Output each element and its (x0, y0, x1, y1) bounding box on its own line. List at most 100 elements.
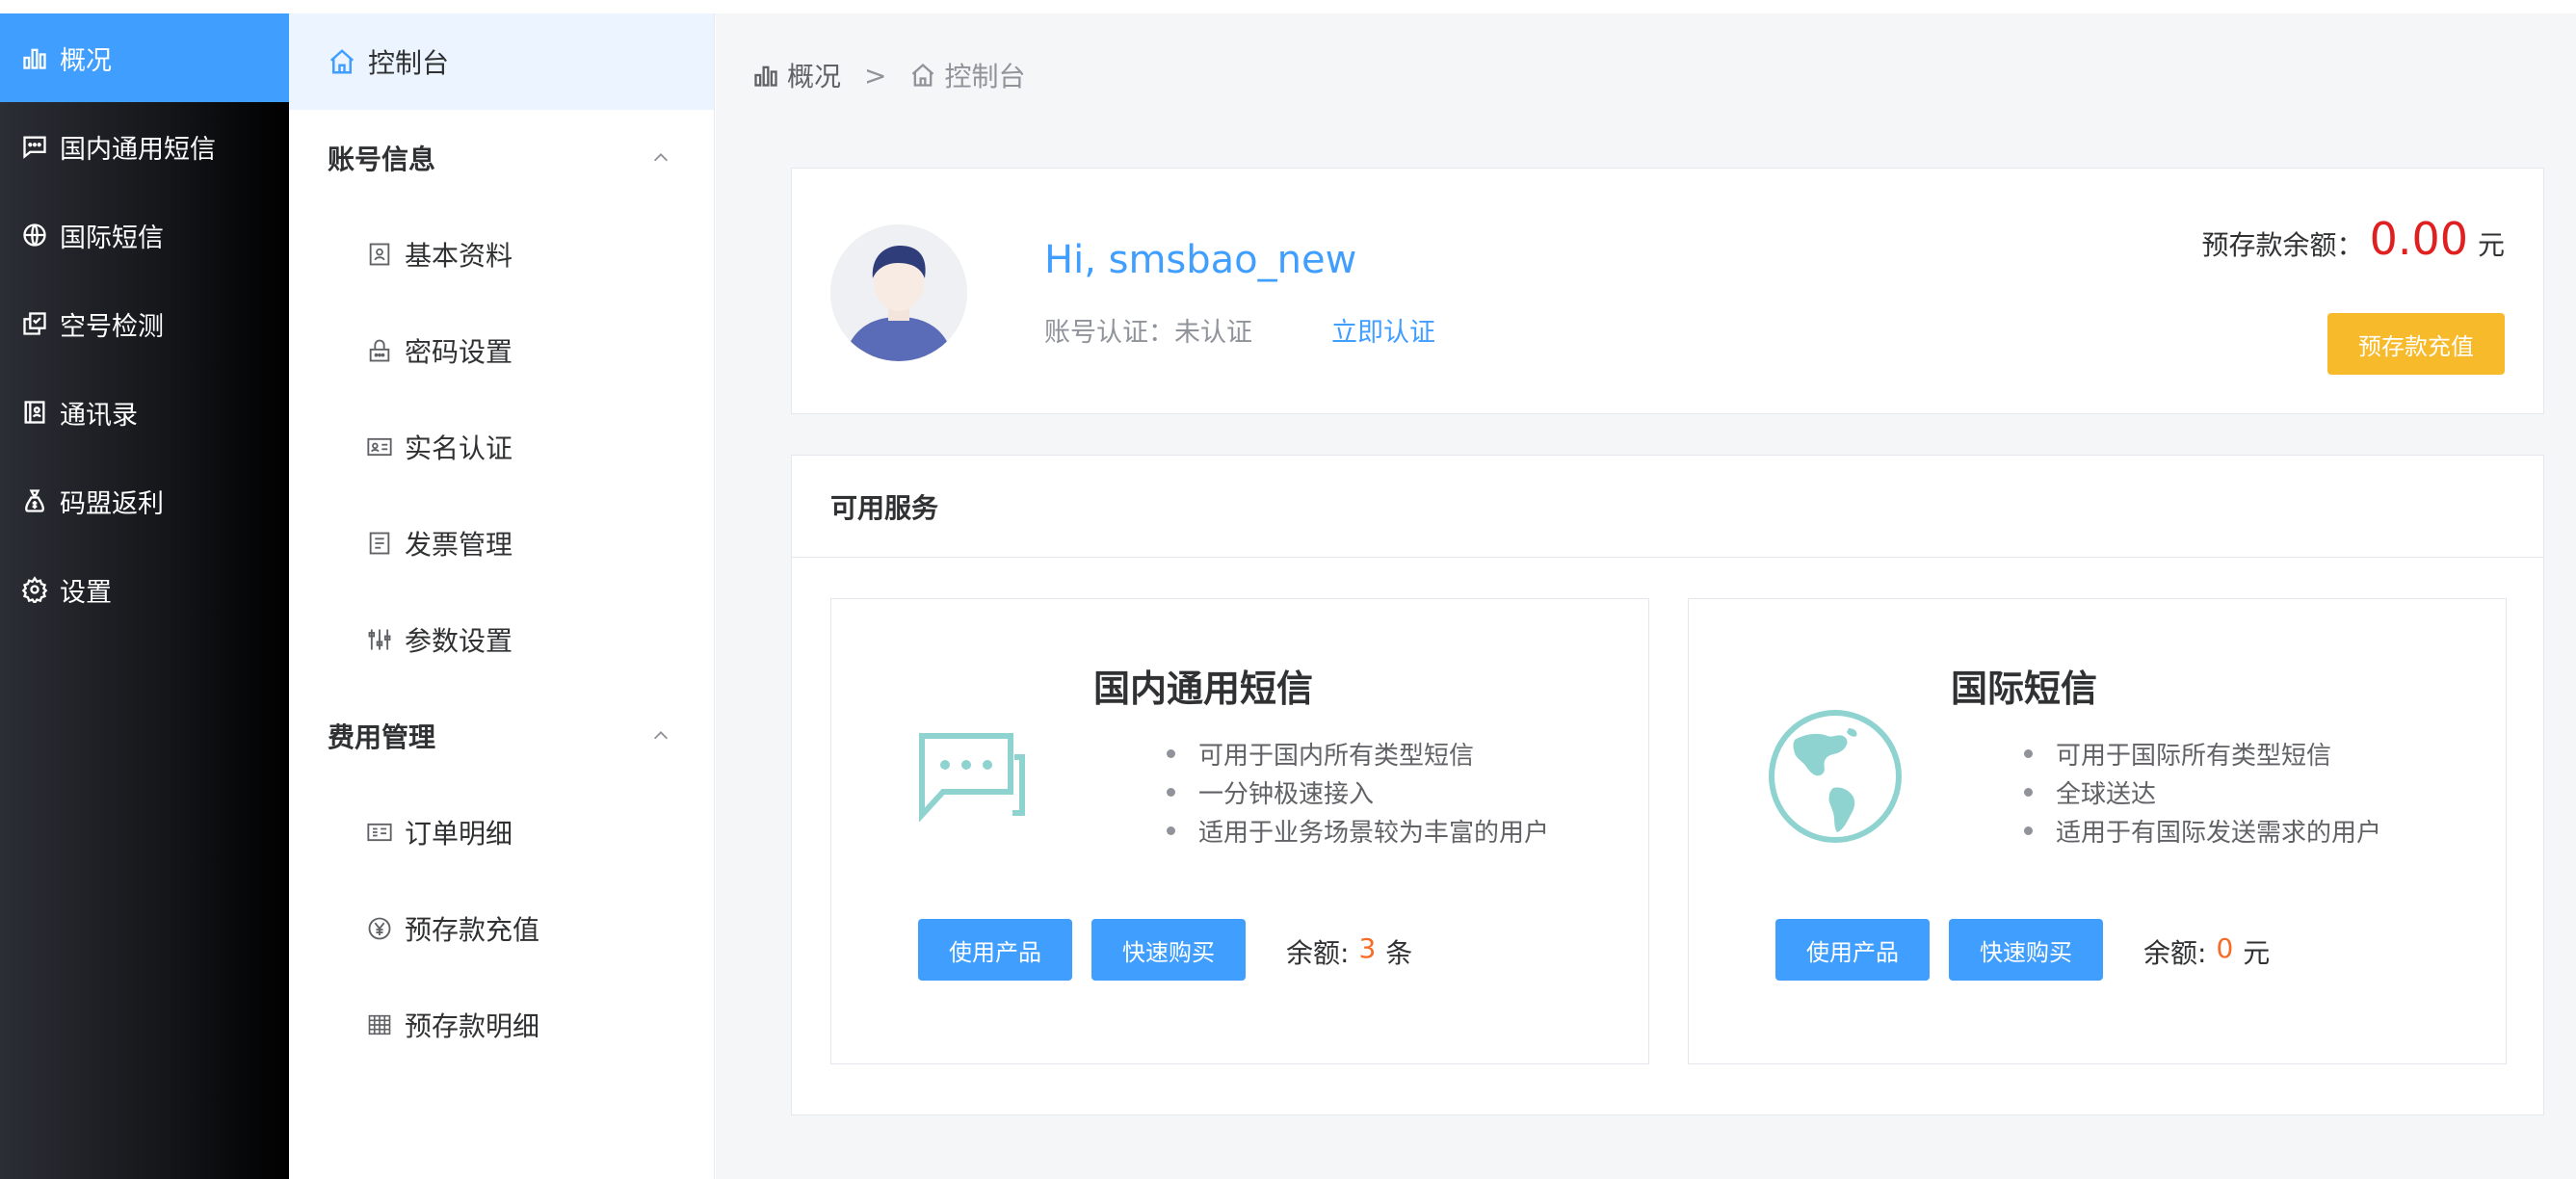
submenu-item-label: 控制台 (368, 47, 450, 79)
check-copy-icon (21, 310, 48, 337)
breadcrumb-first[interactable]: 概况 (787, 56, 841, 94)
service-title: 国内通用短信 (1093, 668, 1314, 710)
use-product-button[interactable]: 使用产品 (918, 919, 1072, 981)
profile-icon (366, 241, 393, 268)
feature-item: 适用于业务场景较为丰富的用户 (1167, 811, 1549, 850)
chevron-up-icon (653, 731, 669, 740)
service-balance: 余额: 3 条 (1286, 932, 1412, 971)
bar-chart-icon (752, 62, 779, 89)
breadcrumb: 概况 > 控制台 (752, 56, 1026, 94)
submenu-item-label: 预存款充值 (405, 914, 540, 946)
sidebar-item-international-sms[interactable]: 国际短信 (0, 191, 289, 279)
breadcrumb-separator: > (864, 59, 887, 92)
service-title: 国际短信 (1951, 668, 2098, 710)
sidebar-item-domestic-sms[interactable]: 国内通用短信 (0, 102, 289, 191)
submenu-group-label: 账号信息 (328, 144, 436, 175)
sidebar-item-label: 空号检测 (60, 311, 164, 342)
submenu-item-deposit-detail[interactable]: 预存款明细 (289, 977, 714, 1073)
service-balance-label: 余额: (2143, 937, 2207, 969)
account-card: Hi, smsbao_new 账号认证：未认证 立即认证 预存款余额： 0.00… (791, 168, 2544, 414)
sidebar-item-label: 通讯录 (60, 400, 138, 431)
submenu-item-label: 实名认证 (405, 432, 513, 464)
submenu-item-orders[interactable]: 订单明细 (289, 784, 714, 880)
service-balance-value: 3 (1358, 932, 1377, 964)
sidebar-item-label: 设置 (60, 577, 112, 608)
feature-item: 适用于有国际发送需求的用户 (2024, 811, 2381, 850)
sidebar-item-settings[interactable]: 设置 (0, 545, 289, 634)
feature-item: 可用于国内所有类型短信 (1167, 734, 1549, 773)
submenu-item-profile[interactable]: 基本资料 (289, 206, 714, 302)
submenu-item-label: 参数设置 (405, 625, 513, 657)
sidebar-item-label: 国内通用短信 (60, 134, 216, 165)
avatar (830, 224, 967, 361)
globe-icon (21, 222, 48, 249)
feature-item: 一分钟极速接入 (1167, 773, 1549, 811)
quick-buy-button[interactable]: 快速购买 (1949, 919, 2103, 981)
chat-icon (21, 133, 48, 160)
main-sidebar: 概况 国内通用短信 国际短信 空号检测 通讯录 码盟返利 设置 (0, 13, 289, 1179)
contacts-icon (21, 399, 48, 426)
submenu-item-label: 订单明细 (405, 818, 513, 850)
feature-list: 可用于国际所有类型短信 全球送达 适用于有国际发送需求的用户 (2024, 734, 2381, 850)
yen-icon (366, 915, 393, 942)
sidebar-item-contacts[interactable]: 通讯录 (0, 368, 289, 457)
balance-label: 预存款余额： (2201, 229, 2364, 261)
submenu-item-password[interactable]: 密码设置 (289, 302, 714, 399)
submenu-item-label: 基本资料 (405, 240, 513, 272)
sub-menu: 控制台 账号信息 基本资料 密码设置 实名认证 发票管理 参数设置 费用管理 订… (289, 13, 715, 1179)
sidebar-item-label: 概况 (60, 45, 112, 76)
feature-item: 可用于国际所有类型短信 (2024, 734, 2381, 773)
submenu-group-billing[interactable]: 费用管理 (289, 688, 714, 784)
quick-buy-button[interactable]: 快速购买 (1091, 919, 1246, 981)
submenu-item-label: 密码设置 (405, 336, 513, 368)
top-bar (0, 0, 2576, 13)
service-balance-value: 0 (2216, 932, 2234, 964)
deposit-balance: 预存款余额： 0.00 元 (2202, 213, 2505, 265)
service-balance: 余额: 0 元 (2143, 932, 2270, 971)
globe-americas-icon (1769, 710, 1902, 843)
sidebar-item-label: 国际短信 (60, 223, 164, 253)
submenu-item-real-name[interactable]: 实名认证 (289, 399, 714, 495)
recharge-button[interactable]: 预存款充值 (2327, 313, 2505, 375)
order-icon (366, 819, 393, 846)
verify-now-link[interactable]: 立即认证 (1331, 311, 1435, 349)
lock-icon (366, 337, 393, 364)
main-content: 概况 > 控制台 Hi, smsbao_new 账号认证：未认证 立即认证 预存… (716, 13, 2576, 1179)
submenu-item-console[interactable]: 控制台 (289, 13, 714, 110)
bar-chart-icon (21, 44, 48, 71)
submenu-item-params[interactable]: 参数设置 (289, 591, 714, 688)
service-card-international: 国际短信 可用于国际所有类型短信 全球送达 适用于有国际发送需求的用户 使用产品… (1688, 598, 2507, 1064)
sliders-icon (366, 626, 393, 653)
id-card-icon (366, 433, 393, 460)
chevron-up-icon (653, 153, 669, 162)
submenu-item-deposit-recharge[interactable]: 预存款充值 (289, 880, 714, 977)
services-card: 可用服务 国内通用短信 可用于国内所有类型短信 一分钟极速接入 适用于业务场景较… (791, 455, 2544, 1115)
services-header: 可用服务 (792, 456, 2543, 558)
sidebar-item-overview[interactable]: 概况 (0, 13, 289, 102)
balance-unit: 元 (2477, 229, 2505, 261)
submenu-group-label: 费用管理 (328, 721, 436, 753)
feature-list: 可用于国内所有类型短信 一分钟极速接入 适用于业务场景较为丰富的用户 (1167, 734, 1549, 850)
use-product-button[interactable]: 使用产品 (1775, 919, 1930, 981)
auth-status: 账号认证：未认证 (1044, 318, 1252, 348)
submenu-item-invoice[interactable]: 发票管理 (289, 495, 714, 591)
submenu-group-account[interactable]: 账号信息 (289, 110, 714, 206)
service-card-domestic: 国内通用短信 可用于国内所有类型短信 一分钟极速接入 适用于业务场景较为丰富的用… (830, 598, 1649, 1064)
grid-icon (366, 1011, 393, 1038)
service-balance-label: 余额: (1286, 937, 1350, 969)
invoice-icon (366, 530, 393, 557)
sidebar-item-number-check[interactable]: 空号检测 (0, 279, 289, 368)
sidebar-item-label: 码盟返利 (60, 488, 164, 519)
money-bag-icon (21, 487, 48, 514)
service-balance-unit: 条 (1385, 937, 1413, 969)
balance-amount: 0.00 (2369, 213, 2468, 265)
greeting: Hi, smsbao_new (1044, 238, 1357, 282)
sidebar-item-rebate[interactable]: 码盟返利 (0, 457, 289, 545)
service-balance-unit: 元 (2243, 937, 2271, 969)
home-icon (909, 62, 936, 89)
gear-icon (21, 576, 48, 603)
chat-bubbles-icon (919, 733, 1025, 823)
home-icon (328, 47, 356, 76)
breadcrumb-last: 控制台 (944, 61, 1026, 92)
submenu-item-label: 发票管理 (405, 529, 513, 561)
